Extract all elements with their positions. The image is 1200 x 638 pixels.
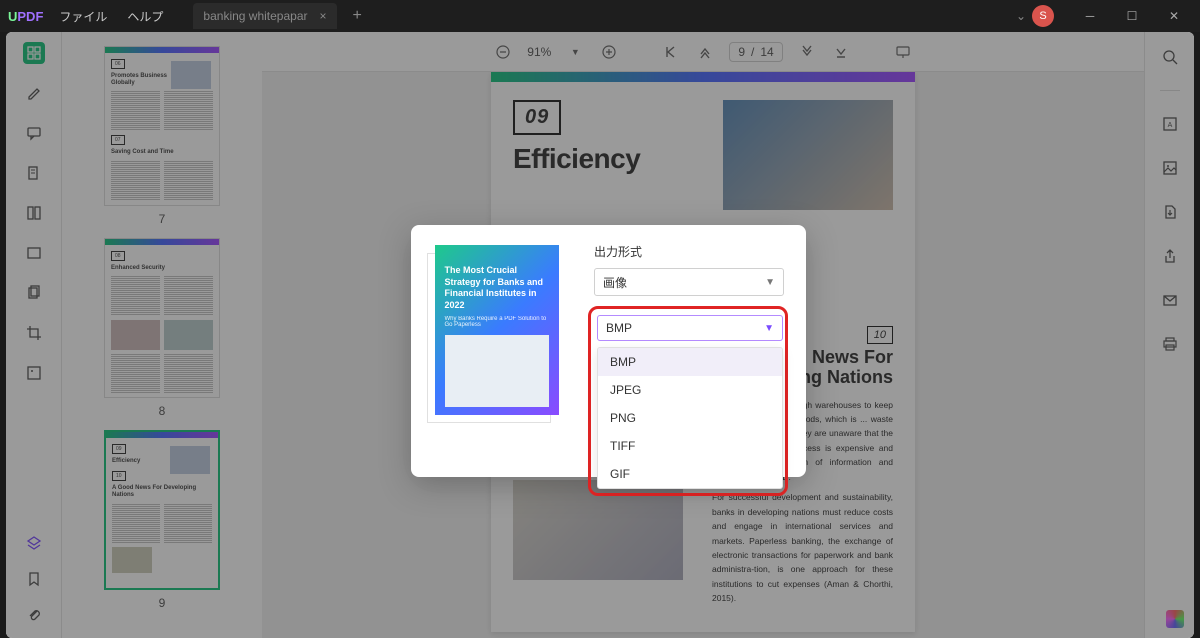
thumbnail-label: 8 [82, 404, 242, 418]
chevron-down-icon: ▼ [764, 323, 774, 334]
format-option-bmp[interactable]: BMP [598, 348, 782, 376]
presentation-button[interactable] [893, 42, 913, 62]
page-indicator[interactable]: 9 / 14 [729, 42, 782, 62]
thumbnails-panel[interactable]: 06 Promotes Business Globally 07 Saving … [62, 32, 262, 638]
page-image [723, 100, 893, 210]
titlebar: UPDF ファイル ヘルプ banking whitepapar × + ⌄ S… [0, 0, 1200, 32]
export-file-icon[interactable] [1159, 201, 1181, 223]
form-tool-icon[interactable] [23, 362, 45, 384]
tab-title: banking whitepapar [203, 9, 307, 23]
menu-help[interactable]: ヘルプ [127, 8, 163, 25]
prev-page-button[interactable] [695, 42, 715, 62]
image-format-select[interactable]: BMP ▼ [597, 315, 783, 341]
image-format-dropdown: BMP JPEG PNG TIFF GIF [597, 347, 783, 489]
current-page: 9 [738, 45, 745, 59]
svg-text:A: A [1167, 122, 1172, 129]
zoom-out-button[interactable] [493, 42, 513, 62]
attachment-icon[interactable] [23, 604, 45, 626]
thumbnail-label: 7 [82, 212, 242, 226]
thumbnail-page-9[interactable]: 09 Efficiency 10 A Good News For Develop… [82, 430, 242, 610]
zoom-level: 91% [527, 45, 551, 59]
zoom-in-button[interactable] [599, 42, 619, 62]
format-option-gif[interactable]: GIF [598, 460, 782, 488]
edit-tool-icon[interactable] [23, 82, 45, 104]
layers-icon[interactable] [23, 532, 45, 554]
app-body: 06 Promotes Business Globally 07 Saving … [6, 32, 1194, 638]
format-option-png[interactable]: PNG [598, 404, 782, 432]
last-page-button[interactable] [831, 42, 851, 62]
sidebar-left [6, 32, 62, 638]
output-format-label: 出力形式 [594, 243, 788, 260]
bookmark-icon[interactable] [23, 568, 45, 590]
thumbnail-label: 9 [82, 596, 242, 610]
menu-file[interactable]: ファイル [59, 8, 107, 25]
comment-tool-icon[interactable] [23, 122, 45, 144]
page-tool-icon[interactable] [23, 162, 45, 184]
export-image-icon[interactable] [1159, 157, 1181, 179]
chapter-number: 09 [513, 100, 561, 135]
email-icon[interactable] [1159, 289, 1181, 311]
close-button[interactable]: ✕ [1156, 4, 1192, 28]
thumbnails-tool-icon[interactable] [23, 42, 45, 64]
search-icon[interactable] [1159, 46, 1181, 68]
chevron-down-icon: ▼ [765, 277, 775, 288]
user-avatar[interactable]: S [1032, 5, 1054, 27]
preview-doc-subtitle: Why Banks Require a PDF Solution to Go P… [445, 316, 549, 328]
crop-tool-icon[interactable] [23, 322, 45, 344]
app-logo: UPDF [8, 9, 43, 24]
format-option-jpeg[interactable]: JPEG [598, 376, 782, 404]
format-option-tiff[interactable]: TIFF [598, 432, 782, 460]
share-icon[interactable] [1159, 245, 1181, 267]
thumbnail-page-8[interactable]: 08 Enhanced Security 8 [82, 238, 242, 418]
tab-close-icon[interactable]: × [320, 9, 327, 23]
print-icon[interactable] [1159, 333, 1181, 355]
total-pages: 14 [760, 45, 773, 59]
document-toolbar: 91% ▼ 9 / 14 [262, 32, 1144, 72]
page-text-right-2: For successful development and sustainab… [712, 490, 893, 606]
thumbnail-page-7[interactable]: 06 Promotes Business Globally 07 Saving … [82, 46, 242, 226]
minimize-button[interactable]: ─ [1072, 4, 1108, 28]
format-highlight-box: BMP ▼ BMP JPEG PNG TIFF GIF [588, 306, 788, 496]
document-tab[interactable]: banking whitepapar × [193, 3, 336, 29]
window-controls: ⌄ S ─ ☐ ✕ [1016, 4, 1192, 28]
organize-tool-icon[interactable] [23, 202, 45, 224]
export-preview: The Most Crucial Strategy for Banks and … [411, 225, 584, 477]
first-page-button[interactable] [661, 42, 681, 62]
export-modal: The Most Crucial Strategy for Banks and … [411, 225, 806, 477]
sub-chapter-number: 10 [867, 326, 893, 344]
preview-doc-title: The Most Crucial Strategy for Banks and … [445, 265, 549, 312]
maximize-button[interactable]: ☐ [1114, 4, 1150, 28]
next-page-button[interactable] [797, 42, 817, 62]
new-tab-button[interactable]: + [353, 7, 362, 25]
ocr-icon[interactable]: A [1159, 113, 1181, 135]
zoom-dropdown-icon[interactable]: ▼ [565, 42, 585, 62]
output-type-select[interactable]: 画像 ▼ [594, 268, 784, 296]
protect-tool-icon[interactable] [23, 242, 45, 264]
color-tool-icon[interactable] [1166, 610, 1184, 628]
chevron-down-icon[interactable]: ⌄ [1016, 9, 1026, 23]
sidebar-right: A [1144, 32, 1194, 638]
copy-tool-icon[interactable] [23, 282, 45, 304]
